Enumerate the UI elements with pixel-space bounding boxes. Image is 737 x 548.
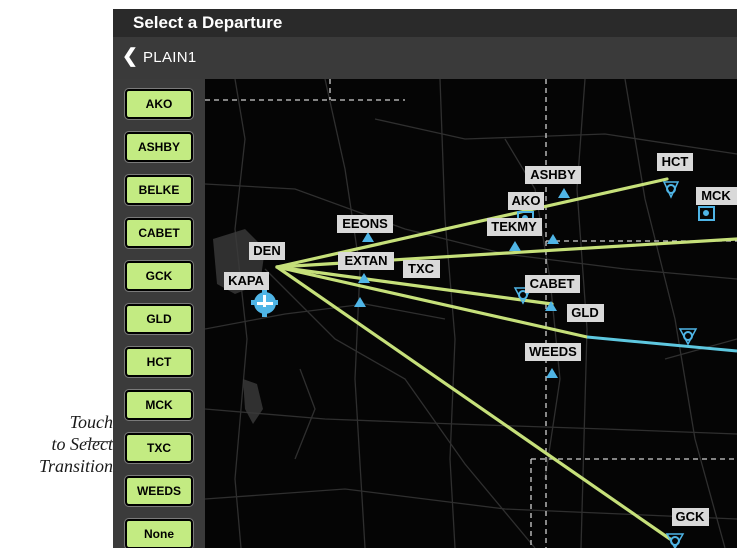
label-extan-text: EXTAN <box>344 253 387 268</box>
page-title: Select a Departure <box>133 13 283 32</box>
label-tekmy: TEKMY <box>487 218 542 236</box>
label-eeons-text: EEONS <box>342 216 388 231</box>
active-leg <box>586 335 737 353</box>
label-ashby: ASHBY <box>525 166 581 184</box>
label-kapa-text: KAPA <box>228 273 264 288</box>
transition-button-mck[interactable]: MCK <box>125 390 193 420</box>
label-mck: MCK <box>696 187 737 205</box>
transition-button-belke[interactable]: BELKE <box>125 175 193 205</box>
vortac-gck-mark-icon <box>665 533 685 548</box>
procedure-name: PLAIN1 <box>143 49 197 66</box>
label-cabet-text: CABET <box>530 276 575 291</box>
label-mck-text: MCK <box>701 188 731 203</box>
label-tekmy-text: TEKMY <box>491 219 537 234</box>
label-weeds-text: WEEDS <box>529 344 577 359</box>
vortac-hct-icon <box>662 181 680 199</box>
waypoint-ashby-icon <box>558 188 570 198</box>
label-den-text: DEN <box>253 243 280 258</box>
transition-button-ashby[interactable]: ASHBY <box>125 132 193 162</box>
transition-list: AKO ASHBY BELKE CABET GCK GLD HCT MCK TX… <box>113 79 205 548</box>
waypoint-eeons-icon <box>362 232 374 242</box>
navaid-markers <box>513 181 715 346</box>
label-hct: HCT <box>657 153 693 171</box>
callout-line-3: Transition <box>38 456 113 476</box>
transition-button-hct[interactable]: HCT <box>125 347 193 377</box>
label-txc-text: TXC <box>408 261 435 276</box>
waypoint-tekmy2-icon <box>547 234 559 244</box>
transition-button-weeds[interactable]: WEEDS <box>125 476 193 506</box>
map-background-roads <box>205 79 737 548</box>
title-bar: Select a Departure <box>113 9 737 37</box>
label-ako: AKO <box>508 192 544 210</box>
airport-kapa-icon <box>251 289 278 317</box>
label-ako-text: AKO <box>512 193 541 208</box>
label-gld: GLD <box>567 304 604 322</box>
device-screen: Select a Departure ❮ PLAIN1 AKO ASHBY BE… <box>113 9 737 548</box>
transition-button-gck[interactable]: GCK <box>125 261 193 291</box>
callout-text: Touch to Select Transition <box>0 411 113 477</box>
label-extan: EXTAN <box>338 252 394 270</box>
label-eeons: EEONS <box>337 215 393 233</box>
waypoint-east-icon <box>354 297 366 307</box>
label-txc: TXC <box>403 260 440 278</box>
waypoint-tekmy-icon <box>509 241 521 251</box>
label-gld-text: GLD <box>571 305 598 320</box>
transition-button-cabet[interactable]: CABET <box>125 218 193 248</box>
vordme-mck-icon <box>698 206 715 221</box>
label-den: DEN <box>249 242 285 260</box>
waypoint-weeds-icon <box>546 368 558 378</box>
label-kapa: KAPA <box>224 272 269 290</box>
label-gck: GCK <box>672 508 709 526</box>
waypoint-labels: DEN KAPA EEONS AKO ASHBY HCT MCK TEKMY E… <box>224 153 737 526</box>
map-view[interactable]: DEN KAPA EEONS AKO ASHBY HCT MCK TEKMY E… <box>205 79 737 548</box>
label-cabet: CABET <box>525 275 580 293</box>
procedure-bar[interactable]: ❮ PLAIN1 <box>113 37 737 79</box>
label-gck-text: GCK <box>676 509 706 524</box>
chevron-left-icon[interactable]: ❮ <box>122 45 138 68</box>
transition-button-none[interactable]: None <box>125 519 193 548</box>
label-weeds: WEEDS <box>525 343 581 361</box>
callout-line-1: Touch <box>69 412 113 432</box>
vortac-gld-icon <box>678 328 698 346</box>
transition-button-ako[interactable]: AKO <box>125 89 193 119</box>
label-ashby-text: ASHBY <box>530 167 576 182</box>
transition-button-txc[interactable]: TXC <box>125 433 193 463</box>
callout-line-2: to Select <box>51 434 113 454</box>
label-hct-text: HCT <box>662 154 689 169</box>
map-canvas[interactable]: DEN KAPA EEONS AKO ASHBY HCT MCK TEKMY E… <box>205 79 737 548</box>
transition-button-gld[interactable]: GLD <box>125 304 193 334</box>
